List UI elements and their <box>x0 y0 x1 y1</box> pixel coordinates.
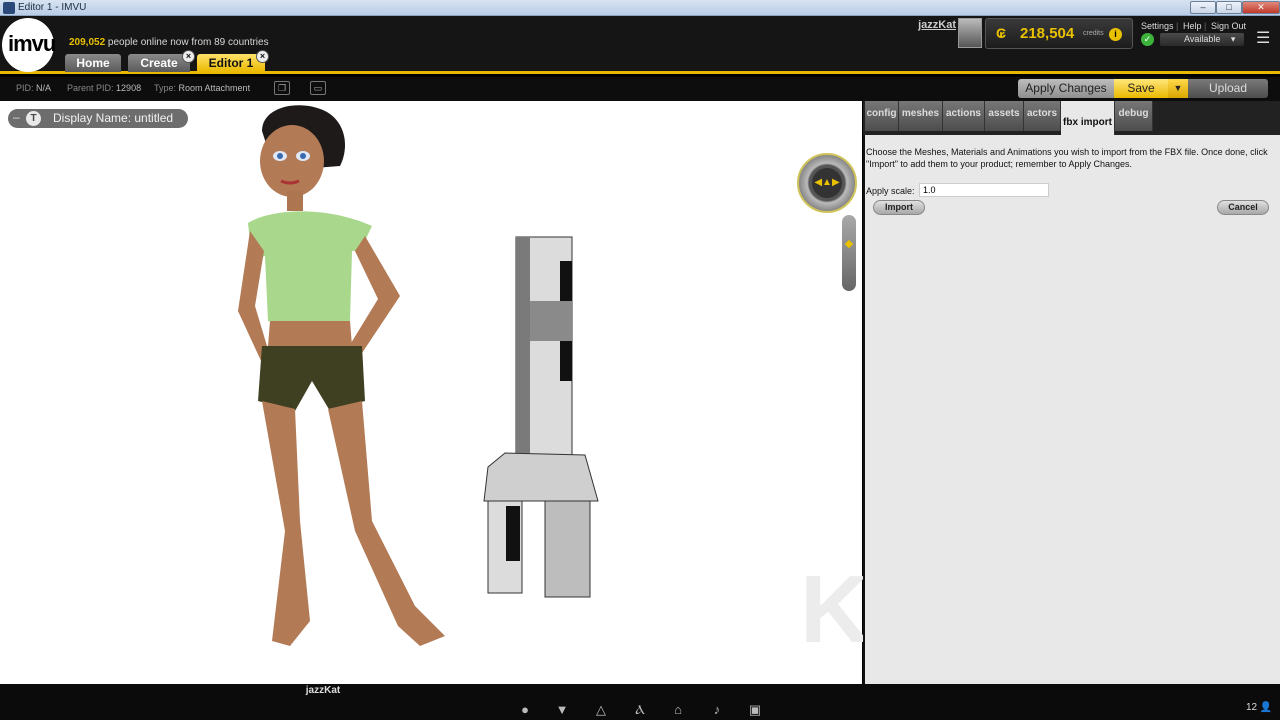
cancel-button[interactable]: Cancel <box>1217 200 1269 215</box>
parent-pid-info: Parent PID: 12908 <box>67 83 141 93</box>
collapse-icon[interactable]: – <box>13 108 20 127</box>
chair-model[interactable] <box>483 236 599 598</box>
status-value: Available <box>1184 34 1221 44</box>
scene-graphic <box>238 105 599 646</box>
window-mode-icon[interactable]: ❐ <box>274 81 290 95</box>
people-count-value: 12 <box>1246 702 1258 713</box>
user-avatar[interactable] <box>958 18 982 48</box>
type-value: Room Attachment <box>178 83 251 93</box>
zoom-handle-icon[interactable]: ◆ <box>843 237 855 250</box>
info-icon[interactable]: i <box>1109 28 1122 41</box>
type-label: Type: <box>154 83 177 93</box>
tab-config[interactable]: config <box>865 101 899 131</box>
maximize-button[interactable]: □ <box>1216 1 1242 14</box>
apply-scale-label: Apply scale: <box>866 186 915 196</box>
chevron-down-icon: ▾ <box>1230 34 1236 44</box>
parent-pid-value: 12908 <box>116 83 142 93</box>
tab-create[interactable]: Create <box>128 54 190 72</box>
upload-button[interactable]: Upload <box>1188 79 1268 98</box>
menu-icon[interactable]: ☰ <box>1256 28 1270 48</box>
fbx-import-description: Choose the Meshes, Materials and Animati… <box>866 147 1268 169</box>
status-check-icon: ✓ <box>1141 33 1154 46</box>
folder-icon[interactable]: ▭ <box>310 81 326 95</box>
display-name-pill[interactable]: – T Display Name: untitled <box>8 109 188 128</box>
credits-display[interactable]: ₢ 218,504 credits i <box>985 18 1133 49</box>
apply-changes-button[interactable]: Apply Changes <box>1018 79 1114 98</box>
chair-icon[interactable]: Ⲁ <box>631 702 649 718</box>
pid-info: PID: N/A <box>16 83 51 93</box>
tab-actions[interactable]: actions <box>943 101 985 131</box>
minimize-button[interactable]: – <box>1190 1 1216 14</box>
text-tool-icon: T <box>26 111 41 126</box>
online-status-text: 209,052 people online now from 89 countr… <box>69 37 269 48</box>
imvu-logo[interactable]: imvu <box>2 18 56 72</box>
close-tab-editor-icon[interactable]: × <box>256 50 269 63</box>
link-separator: | <box>1204 21 1207 31</box>
sign-out-link[interactable]: Sign Out <box>1211 21 1246 31</box>
settings-link[interactable]: Settings <box>1141 21 1174 31</box>
close-window-button[interactable]: ✕ <box>1242 1 1280 14</box>
close-tab-create-icon[interactable]: × <box>182 50 195 63</box>
status-select[interactable]: Available ▾ <box>1160 33 1244 46</box>
home-icon[interactable]: ⌂ <box>669 702 687 718</box>
zoom-slider[interactable]: ◆ <box>842 215 856 291</box>
parent-pid-label: Parent PID: <box>67 83 114 93</box>
apply-scale-input[interactable] <box>919 183 1049 197</box>
avatar-name-label: jazzKat <box>305 685 341 696</box>
display-name-text: Display Name: untitled <box>53 111 174 125</box>
link-separator: | <box>1176 21 1179 31</box>
save-button[interactable]: Save <box>1114 79 1168 98</box>
camera-icon[interactable]: ▣ <box>746 702 764 718</box>
outfit-icon[interactable]: ▼ <box>553 702 571 718</box>
3d-viewport[interactable] <box>0 101 862 684</box>
app-icon <box>3 2 15 14</box>
username-link[interactable]: jazzKat <box>890 19 956 31</box>
people-count[interactable]: 12 👤 <box>1246 702 1272 713</box>
online-count: 209,052 <box>69 37 106 48</box>
pid-value: N/A <box>36 83 52 93</box>
tab-actors[interactable]: actors <box>1024 101 1061 131</box>
tab-meshes[interactable]: meshes <box>899 101 943 131</box>
logo-text: imvu <box>8 31 56 56</box>
credits-value: 218,504 <box>1020 25 1075 42</box>
tab-assets[interactable]: assets <box>985 101 1024 131</box>
tab-editor-1[interactable]: Editor 1 <box>197 54 265 72</box>
camera-pan-control[interactable]: ◀▲▶ <box>797 153 857 213</box>
type-info: Type: Room Attachment <box>154 83 250 93</box>
import-button[interactable]: Import <box>873 200 925 215</box>
hanger-icon[interactable]: △ <box>592 702 610 718</box>
tab-fbx-import[interactable]: fbx import <box>1061 101 1115 135</box>
chat-icon[interactable]: ● <box>516 702 534 718</box>
help-link[interactable]: Help <box>1183 21 1202 31</box>
people-icon: 👤 <box>1259 702 1273 713</box>
pid-label: PID: <box>16 83 34 93</box>
tab-home[interactable]: Home <box>65 54 121 72</box>
save-menu-button[interactable]: ▼ <box>1168 79 1188 98</box>
credits-label: credits <box>1083 30 1104 37</box>
music-icon[interactable]: ♪ <box>708 702 726 718</box>
online-suffix: people online now from 89 countries <box>105 37 269 48</box>
credits-icon: ₢ <box>996 25 1007 41</box>
tab-debug[interactable]: debug <box>1115 101 1153 131</box>
direction-arrows-icon[interactable]: ◀▲▶ <box>812 168 842 198</box>
window-title-bar: Editor 1 - IMVU – □ ✕ <box>0 0 1280 16</box>
window-title: Editor 1 - IMVU <box>18 2 87 13</box>
avatar-model[interactable] <box>238 105 445 646</box>
